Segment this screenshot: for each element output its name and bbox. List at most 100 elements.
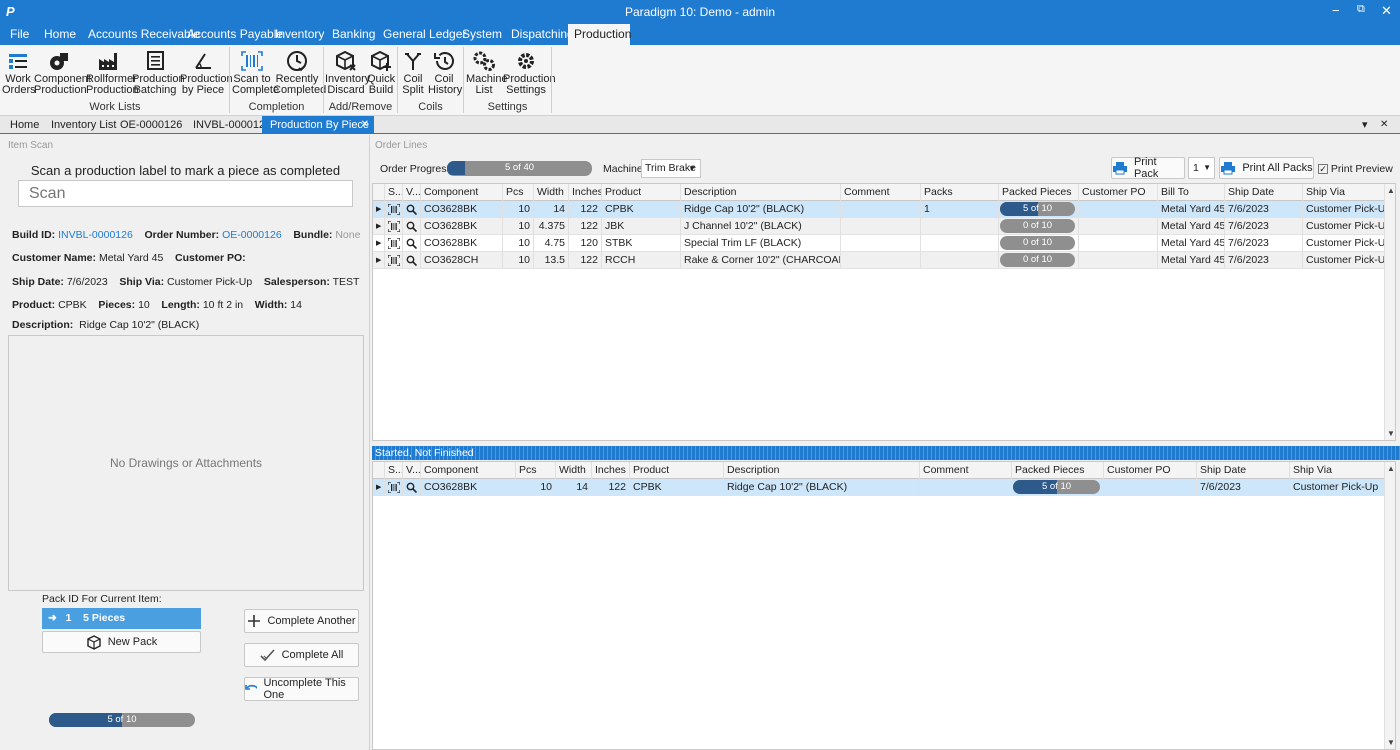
production-settings-button[interactable]: Production Settings — [503, 48, 556, 100]
order-line-row[interactable]: ▶ CO3628BK 10 4.375 122 JBK J Channel 10'2" (B… — [373, 218, 1385, 235]
machine-select[interactable]: Trim Brake ▼ — [641, 159, 701, 178]
col-s[interactable]: S... — [385, 462, 403, 479]
coil-split-button[interactable]: Coil Split — [400, 48, 426, 100]
inventory-discard-button[interactable]: Inventory Discard — [325, 48, 370, 100]
tab-home[interactable]: Home — [2, 116, 47, 134]
view-search-icon[interactable] — [403, 235, 421, 252]
col-inches[interactable]: Inches — [592, 462, 630, 479]
menu-production[interactable]: Production — [568, 24, 631, 45]
packed-pieces-cell: 0 of 10 — [999, 235, 1079, 252]
order-line-row[interactable]: ▶ CO3628CH 10 13.5 122 RCCH Rake & Corner 10'2… — [373, 252, 1385, 269]
print-pack-button[interactable]: Print Pack — [1111, 156, 1185, 180]
undo-icon — [245, 684, 258, 691]
col-description[interactable]: Description — [681, 184, 841, 201]
new-pack-button[interactable]: New Pack — [42, 631, 201, 653]
view-search-icon[interactable] — [403, 218, 421, 235]
production-by-piece-button[interactable]: Production by Piece — [180, 48, 233, 100]
col-packed-pieces[interactable]: Packed Pieces — [999, 184, 1079, 201]
col-width[interactable]: Width — [534, 184, 569, 201]
print-all-packs-button[interactable]: Print All Packs — [1219, 157, 1314, 179]
scroll-down-icon[interactable]: ▼ — [1387, 738, 1395, 747]
col-pcs[interactable]: Pcs — [503, 184, 534, 201]
scan-to-complete-button[interactable]: Scan to Complete — [232, 48, 279, 100]
col-product[interactable]: Product — [602, 184, 681, 201]
work-orders-button[interactable]: Work Orders — [2, 48, 36, 100]
scan-barcode-icon[interactable] — [385, 252, 403, 269]
complete-all-button[interactable]: Complete All — [244, 643, 359, 667]
col-product[interactable]: Product — [630, 462, 724, 479]
box-discard-icon — [336, 50, 356, 71]
view-search-icon[interactable] — [403, 479, 421, 496]
col-comment[interactable]: Comment — [841, 184, 921, 201]
component-cell: CO3628BK — [421, 218, 503, 235]
col-component[interactable]: Component — [421, 184, 503, 201]
build-id-link[interactable]: INVBL-0000126 — [58, 229, 133, 241]
coil-history-button[interactable]: Coil History — [428, 48, 462, 100]
restore-button[interactable]: ⧉ — [1357, 3, 1365, 16]
col-v[interactable]: V... — [403, 462, 421, 479]
tabs-close-icon[interactable]: ✕ — [1380, 116, 1388, 134]
col-comment[interactable]: Comment — [920, 462, 1012, 479]
description-cell: Special Trim LF (BLACK) — [681, 235, 841, 252]
print-preview-checkbox[interactable]: ✓ — [1318, 164, 1328, 174]
scan-barcode-icon[interactable] — [385, 218, 403, 235]
uncomplete-button[interactable]: Uncomplete This One — [244, 677, 359, 701]
col-ship-date[interactable]: Ship Date — [1225, 184, 1303, 201]
scan-input[interactable] — [18, 180, 353, 207]
scan-barcode-icon[interactable] — [385, 235, 403, 252]
scroll-up-icon[interactable]: ▲ — [1387, 464, 1395, 473]
started-grid-header: S... V... Component Pcs Width Inches Pro… — [373, 462, 1385, 479]
menu-system[interactable]: System — [456, 24, 508, 45]
work-orders-icon — [9, 54, 27, 69]
col-ship-via[interactable]: Ship Via — [1303, 184, 1385, 201]
quick-build-button[interactable]: Quick Build — [367, 48, 395, 100]
complete-another-button[interactable]: Complete Another — [244, 609, 359, 633]
view-search-icon[interactable] — [403, 201, 421, 218]
col-inches[interactable]: Inches — [569, 184, 602, 201]
order-grid-scrollbar[interactable]: ▲ ▼ — [1384, 184, 1395, 440]
print-preview-toggle[interactable]: ✓ Print Preview — [1318, 163, 1393, 175]
menu-home[interactable]: Home — [38, 24, 82, 45]
order-line-row[interactable]: ▶ CO3628BK 10 4.75 120 STBK Special Trim LF (B… — [373, 235, 1385, 252]
no-drawings-text: No Drawings or Attachments — [109, 456, 263, 470]
col-width[interactable]: Width — [556, 462, 592, 479]
col-pcs[interactable]: Pcs — [516, 462, 556, 479]
col-description[interactable]: Description — [724, 462, 920, 479]
rollformer-production-button[interactable]: Rollformer Production — [86, 48, 139, 100]
col-s[interactable]: S... — [385, 184, 403, 201]
scroll-up-icon[interactable]: ▲ — [1387, 186, 1395, 195]
col-packed-pieces[interactable]: Packed Pieces — [1012, 462, 1104, 479]
scan-barcode-icon[interactable] — [385, 201, 403, 218]
component-production-button[interactable]: Component Production — [34, 48, 91, 100]
pack-item-row[interactable]: ➜ 1 5 Pieces — [42, 608, 201, 629]
close-window-button[interactable]: ✕ — [1381, 3, 1392, 19]
minimize-button[interactable]: − — [1332, 3, 1340, 18]
col-bill-to[interactable]: Bill To — [1158, 184, 1225, 201]
view-search-icon[interactable] — [403, 252, 421, 269]
col-v[interactable]: V... — [403, 184, 421, 201]
scroll-down-icon[interactable]: ▼ — [1387, 429, 1395, 438]
machine-list-button[interactable]: Machine List — [466, 48, 508, 100]
col-customer-po[interactable]: Customer PO — [1104, 462, 1197, 479]
order-line-row[interactable]: ▶ CO3628BK 10 14 122 CPBK Ridge Cap 10'2" (BLA… — [373, 201, 1385, 218]
col-component[interactable]: Component — [421, 462, 516, 479]
tab-close-icon[interactable]: ✕ — [361, 116, 369, 134]
tab-production-by-piece[interactable]: Production By Piece ✕ — [262, 116, 374, 134]
started-grid-scrollbar[interactable]: ▲ ▼ — [1384, 462, 1395, 749]
started-row[interactable]: ▶ CO3628BK 10 14 122 CPBK Ridge Cap 10'2" (BLA… — [373, 479, 1385, 496]
pack-select[interactable]: 1 ▼ — [1188, 157, 1215, 179]
col-packs[interactable]: Packs — [921, 184, 999, 201]
scan-barcode-icon[interactable] — [385, 479, 403, 496]
tabs-dropdown-icon[interactable]: ▾ — [1362, 116, 1368, 134]
production-batching-button[interactable]: Production Batching — [132, 48, 185, 100]
recently-completed-button[interactable]: Recently Completed — [273, 48, 326, 100]
menu-banking[interactable]: Banking — [326, 24, 381, 45]
menu-file[interactable]: File — [4, 24, 35, 45]
tab-oe-0000126[interactable]: OE-0000126 — [112, 116, 190, 134]
menu-inventory[interactable]: Inventory — [269, 24, 330, 45]
pack-pieces: 5 Pieces — [83, 612, 126, 624]
col-ship-date[interactable]: Ship Date — [1197, 462, 1290, 479]
order-number-link[interactable]: OE-0000126 — [222, 229, 282, 241]
col-ship-via[interactable]: Ship Via — [1290, 462, 1385, 479]
col-customer-po[interactable]: Customer PO — [1079, 184, 1158, 201]
